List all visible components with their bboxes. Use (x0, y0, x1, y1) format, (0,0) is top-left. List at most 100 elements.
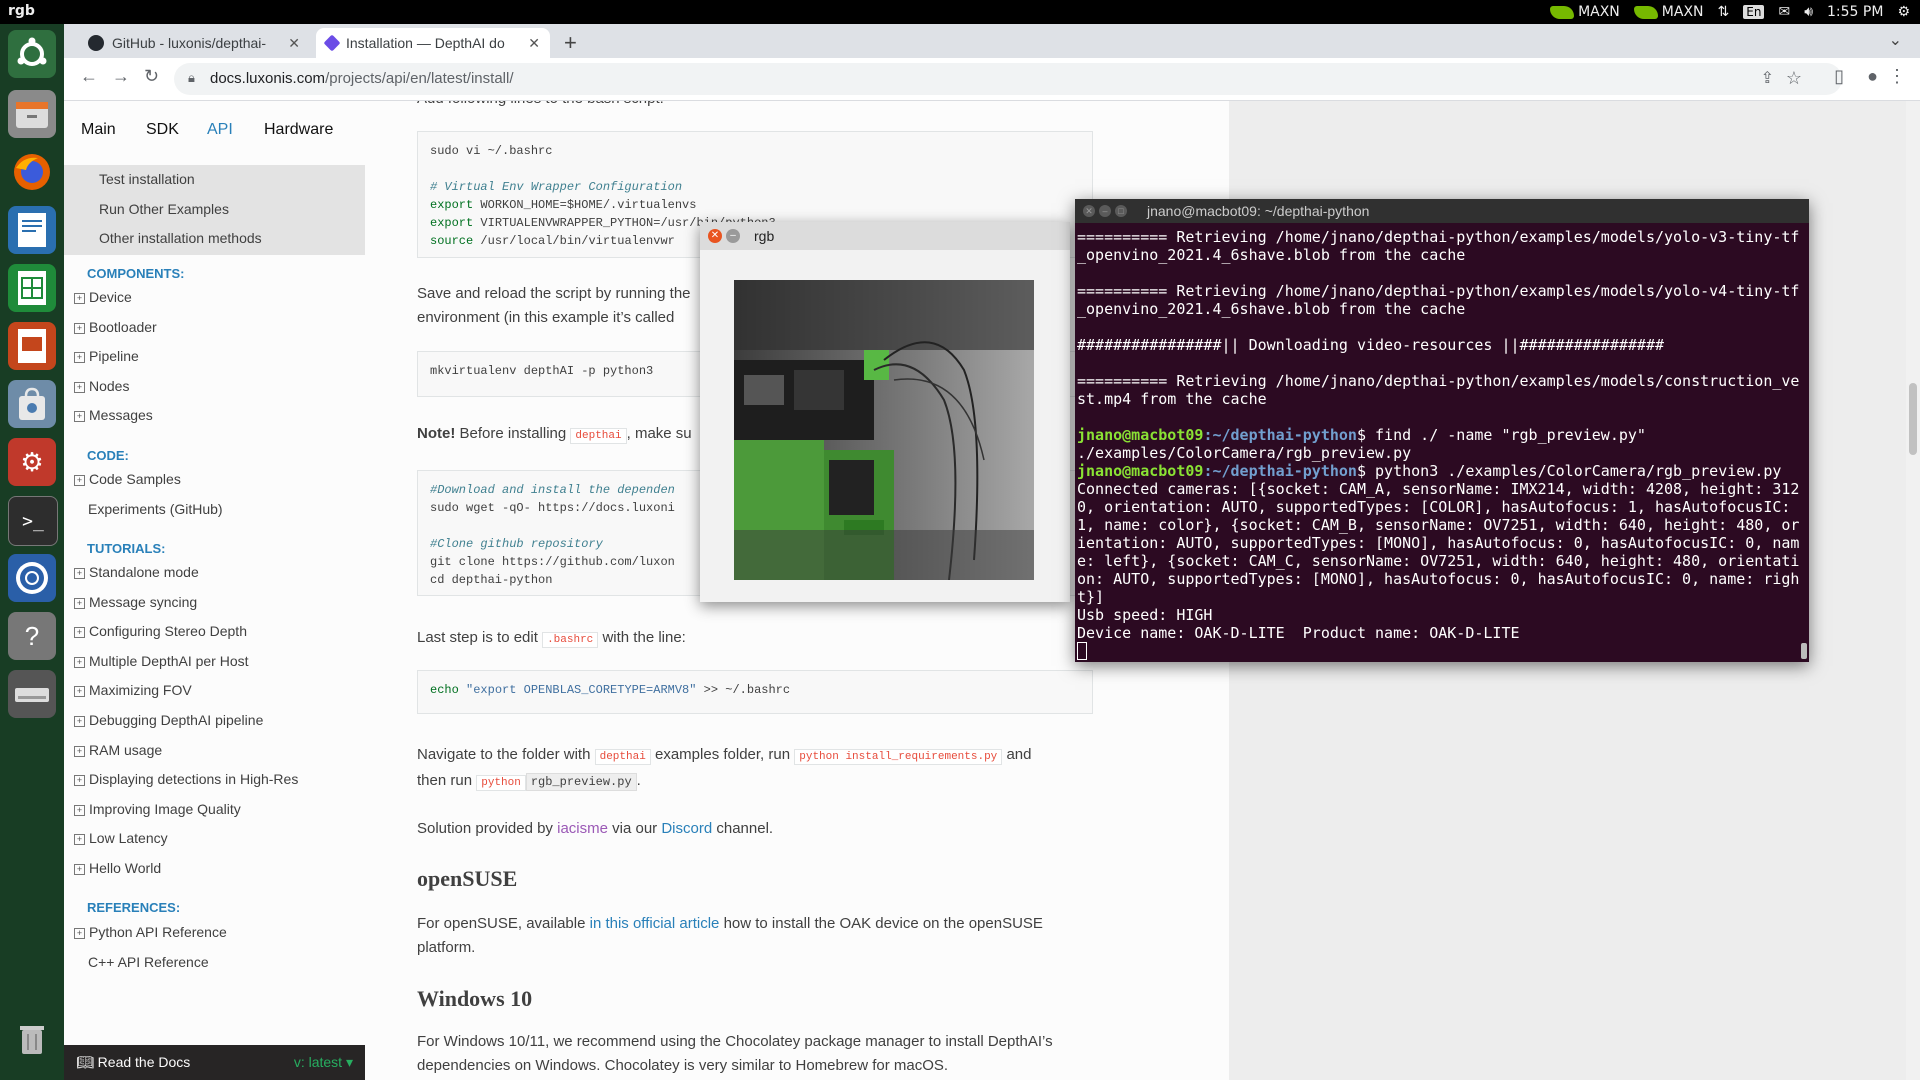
sidebar-item-tutorial[interactable]: + Hello World (74, 860, 161, 876)
back-icon[interactable]: ← (80, 66, 98, 87)
clock[interactable]: 1:55 PM (1827, 4, 1883, 20)
sidebar-item-nodes[interactable]: + Nodes (74, 378, 129, 394)
paragraph-opensuse: For openSUSE, available in this official… (417, 915, 1043, 956)
link-official-article[interactable]: in this official article (590, 915, 720, 932)
heading-windows-10: Windows 10 (417, 986, 533, 1011)
browser-toolbar: ← → ↻ 🔒︎ docs.luxonis.com/projects/api/e… (64, 58, 1920, 101)
read-the-docs-bar[interactable]: 📖︎ Read the Docs v: latest ▾ (64, 1045, 365, 1080)
sidebar-item-tutorial[interactable]: + Standalone mode (74, 564, 199, 580)
new-tab-icon[interactable]: + (564, 30, 577, 56)
caption-code: CODE: (87, 448, 129, 463)
scrollbar-thumb[interactable] (1909, 383, 1917, 455)
sidebar-item-tutorial[interactable]: + Maximizing FOV (74, 682, 192, 698)
side-panel-icon[interactable]: ▯ (1834, 66, 1844, 87)
sidebar-item-tutorial[interactable]: + Debugging DepthAI pipeline (74, 712, 263, 728)
tab-installation[interactable]: Installation — DepthAI do ✕ (316, 28, 550, 58)
sidebar-item-device[interactable]: + Device (74, 289, 132, 305)
sidebar-item-test-installation[interactable]: Test installation (99, 171, 195, 187)
mail-icon[interactable]: ✉ (1778, 4, 1790, 20)
volume-icon[interactable]: 🔊︎ (1804, 4, 1813, 20)
heading-opensuse: openSUSE (417, 866, 518, 891)
sidebar-item-code-samples[interactable]: + Code Samples (74, 471, 181, 487)
nvidia-power-mode-2[interactable]: MAXN (1633, 4, 1704, 20)
nav-main[interactable]: Main (81, 121, 116, 139)
libreoffice-calc-icon[interactable] (8, 264, 56, 312)
network-updown-icon[interactable]: ⇅ (1718, 4, 1730, 20)
close-tab-icon[interactable]: ✕ (528, 35, 540, 52)
settings-gear-icon[interactable]: ⚙ (1897, 4, 1910, 20)
docs-favicon-icon (323, 34, 341, 52)
lock-icon[interactable]: 🔒︎ (188, 70, 195, 86)
bookmark-star-icon[interactable]: ☆ (1786, 68, 1802, 89)
close-window-icon[interactable]: ✕ (1083, 205, 1095, 217)
sidebar-item-run-other-examples[interactable]: Run Other Examples (99, 201, 229, 217)
ubuntu-logo-icon[interactable] (8, 30, 56, 78)
drive-icon[interactable] (8, 670, 56, 718)
files-icon[interactable] (8, 90, 56, 138)
trash-icon[interactable] (8, 1014, 56, 1062)
rgb-preview-window: ✕ – rgb (700, 222, 1070, 602)
close-window-icon[interactable]: ✕ (708, 229, 722, 243)
keyboard-language-indicator[interactable]: En (1743, 5, 1765, 19)
share-icon[interactable]: ⇪ (1761, 68, 1774, 88)
terminal-scrollbar[interactable] (1801, 643, 1807, 659)
nav-api[interactable]: API (207, 121, 233, 139)
sidebar-item-experiments[interactable]: Experiments (GitHub) (88, 501, 223, 517)
terminal-icon[interactable]: >_ (8, 496, 58, 546)
sidebar-item-cpp-api-reference[interactable]: C++ API Reference (88, 954, 209, 970)
docs-sidebar: Main SDK API Hardware Test installation … (64, 101, 365, 1080)
version-selector[interactable]: v: latest ▾ (294, 1054, 353, 1071)
sidebar-item-tutorial[interactable]: + Low Latency (74, 830, 168, 846)
sidebar-item-tutorial[interactable]: + RAM usage (74, 742, 162, 758)
terminal-cursor (1077, 642, 1087, 660)
sidebar-nav-list: Test installation Run Other Examples Oth… (64, 165, 365, 1045)
sidebar-item-tutorial[interactable]: + Improving Image Quality (74, 801, 241, 817)
tab-search-chevron-icon[interactable]: ⌄ (1889, 30, 1902, 50)
link-discord[interactable]: Discord (661, 820, 712, 837)
sidebar-item-other-installation-methods[interactable]: Other installation methods (99, 230, 262, 246)
sidebar-item-bootloader[interactable]: + Bootloader (74, 319, 157, 335)
software-store-icon[interactable] (8, 380, 56, 428)
sidebar-item-python-api-reference[interactable]: + Python API Reference (74, 924, 227, 940)
page-scrollbar[interactable] (1906, 101, 1920, 1080)
address-bar[interactable]: 🔒︎ docs.luxonis.com/projects/api/en/late… (174, 63, 1842, 95)
close-tab-icon[interactable]: ✕ (288, 35, 300, 52)
caption-references: REFERENCES: (87, 900, 181, 915)
help-icon[interactable]: ? (8, 612, 56, 660)
link-iacisme[interactable]: iacisme (557, 820, 608, 837)
chromium-icon[interactable] (8, 554, 56, 602)
nvidia-icon (1550, 5, 1575, 19)
terminal-window: ✕ – □ jnano@macbot09: ~/depthai-python =… (1075, 199, 1809, 662)
sidebar-item-tutorial[interactable]: + Message syncing (74, 594, 197, 610)
nav-sdk[interactable]: SDK (146, 121, 179, 139)
reload-icon[interactable]: ↻ (144, 66, 159, 87)
sidebar-item-pipeline[interactable]: + Pipeline (74, 348, 139, 364)
url-text[interactable]: docs.luxonis.com/projects/api/en/latest/… (210, 70, 514, 87)
tab-github[interactable]: GitHub - luxonis/depthai- ✕ (78, 28, 310, 58)
active-app-name[interactable]: rgb (8, 3, 35, 19)
libreoffice-impress-icon[interactable] (8, 322, 56, 370)
sidebar-item-tutorial[interactable]: + Displaying detections in High-Res (74, 771, 298, 787)
terminal-titlebar[interactable]: ✕ – □ jnano@macbot09: ~/depthai-python (1075, 199, 1809, 223)
paragraph-solution: Solution provided by iacisme via our Dis… (417, 820, 774, 837)
nvidia-power-mode-1[interactable]: MAXN (1550, 4, 1620, 20)
libreoffice-writer-icon[interactable] (8, 206, 56, 254)
paragraph-add-lines: Add following lines to the bash script: (417, 101, 1107, 111)
rgb-window-titlebar[interactable]: ✕ – rgb (700, 222, 1070, 250)
profile-avatar-icon[interactable]: ● (1867, 66, 1878, 87)
sidebar-item-tutorial[interactable]: + Configuring Stereo Depth (74, 623, 247, 639)
maximize-window-icon[interactable]: □ (1115, 205, 1127, 217)
paragraph-navigate: Navigate to the folder with depthai exam… (417, 746, 1032, 791)
system-tools-icon[interactable]: ⚙ (8, 438, 56, 486)
forward-icon[interactable]: → (112, 66, 130, 87)
terminal-output[interactable]: ========== Retrieving /home/jnano/deptha… (1077, 228, 1803, 661)
menu-kebab-icon[interactable]: ⋮ (1888, 66, 1906, 87)
minimize-window-icon[interactable]: – (726, 229, 740, 243)
caption-components: COMPONENTS: (87, 266, 185, 281)
nav-hardware[interactable]: Hardware (264, 121, 333, 139)
paragraph-windows: For Windows 10/11, we recommend using th… (417, 1033, 1053, 1074)
sidebar-item-messages[interactable]: + Messages (74, 407, 153, 423)
sidebar-item-tutorial[interactable]: + Multiple DepthAI per Host (74, 653, 249, 669)
minimize-window-icon[interactable]: – (1099, 205, 1111, 217)
firefox-icon[interactable] (8, 148, 56, 196)
